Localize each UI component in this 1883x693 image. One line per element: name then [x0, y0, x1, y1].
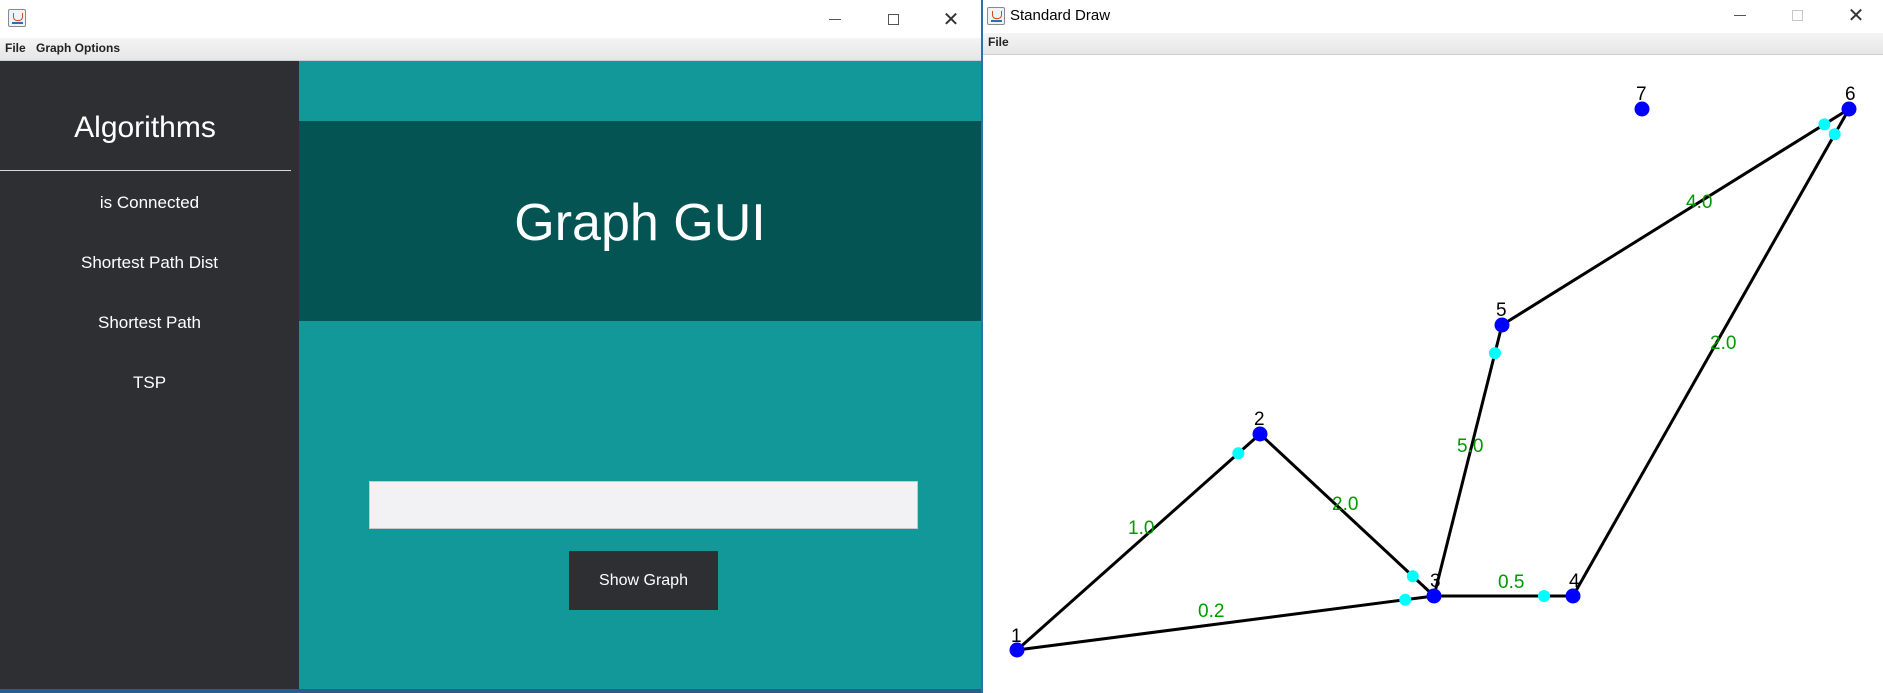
- node-label-4: 4: [1569, 571, 1580, 592]
- edge-direction-dot-4-6: [1828, 128, 1841, 141]
- sidebar-item-tsp[interactable]: TSP: [0, 373, 299, 393]
- graph-input-field[interactable]: [369, 481, 918, 529]
- node-label-6: 6: [1845, 84, 1856, 105]
- edge-weight-3-5: 5.0: [1457, 436, 1483, 457]
- edge-direction-dot-3-4: [1538, 590, 1550, 602]
- node-label-3: 3: [1430, 571, 1441, 592]
- menu-file[interactable]: File: [988, 35, 1009, 49]
- node-label-7: 7: [1636, 84, 1647, 105]
- menu-graph-options[interactable]: Graph Options: [36, 41, 120, 55]
- edge-weight-4-6: 2.0: [1710, 333, 1736, 354]
- menu-file[interactable]: File: [5, 41, 26, 55]
- algorithms-sidebar: Algorithms is Connected Shortest Path Di…: [0, 61, 299, 693]
- edge-weight-1-3: 0.2: [1198, 601, 1224, 622]
- node-label-5: 5: [1496, 300, 1507, 321]
- edge-weight-5-6: 4.0: [1686, 192, 1712, 213]
- window-title: Standard Draw: [1010, 7, 1111, 24]
- sidebar-title: Algorithms: [74, 111, 216, 144]
- graph-gui-window: ✕ File Graph Options Algorithms is Conne…: [0, 0, 981, 693]
- edge-weight-2-3: 2.0: [1332, 494, 1358, 515]
- right-menubar: File: [983, 33, 1883, 55]
- maximize-button: [1774, 0, 1820, 32]
- left-menubar: File Graph Options: [0, 38, 981, 61]
- minimize-button[interactable]: [1717, 0, 1763, 32]
- graph-edge-3-5: [1432, 324, 1504, 597]
- show-graph-button[interactable]: Show Graph: [569, 551, 718, 610]
- edge-direction-dot-2-3: [1406, 570, 1419, 583]
- graph-edge-5-6: [1501, 107, 1850, 327]
- standard-draw-window: Standard Draw ✕ File 1 2 3 4 5 6 7 1.0 0.2 2.0 0.5…: [981, 0, 1883, 693]
- sidebar-item-shortest-path[interactable]: Shortest Path: [0, 313, 299, 333]
- java-app-icon: [8, 9, 26, 27]
- edge-weight-3-4: 0.5: [1498, 572, 1524, 593]
- close-button[interactable]: ✕: [1833, 0, 1879, 32]
- edge-direction-dot-1-3: [1399, 593, 1412, 606]
- graph-canvas[interactable]: 1 2 3 4 5 6 7 1.0 0.2 2.0 0.5 5.0 4.0 2.0: [983, 55, 1883, 693]
- edge-direction-dot-3-5: [1488, 347, 1501, 360]
- graph-edge-2-3: [1258, 432, 1436, 598]
- title-banner: Graph GUI: [299, 121, 981, 321]
- edge-direction-dot-1-2: [1232, 447, 1245, 460]
- sidebar-divider: [0, 170, 291, 171]
- minimize-button[interactable]: [812, 2, 858, 36]
- main-panel: Graph GUI Show Graph: [299, 61, 981, 693]
- sidebar-item-is-connected[interactable]: is Connected: [0, 193, 299, 213]
- edge-weight-1-2: 1.0: [1128, 518, 1154, 539]
- node-label-1: 1: [1011, 626, 1022, 647]
- left-titlebar[interactable]: ✕: [0, 0, 981, 38]
- taskbar-edge: [0, 689, 981, 693]
- maximize-button[interactable]: [870, 2, 916, 36]
- node-label-2: 2: [1254, 409, 1265, 430]
- edge-direction-dot-5-6: [1818, 118, 1831, 131]
- graph-edge-1-3: [1016, 594, 1435, 652]
- page-title: Graph GUI: [514, 194, 766, 252]
- sidebar-item-shortest-path-dist[interactable]: Shortest Path Dist: [0, 253, 299, 273]
- java-app-icon: [987, 7, 1005, 25]
- graph-drawing: 1 2 3 4 5 6 7 1.0 0.2 2.0 0.5 5.0 4.0 2.0: [1009, 84, 1857, 658]
- close-button[interactable]: ✕: [928, 2, 974, 36]
